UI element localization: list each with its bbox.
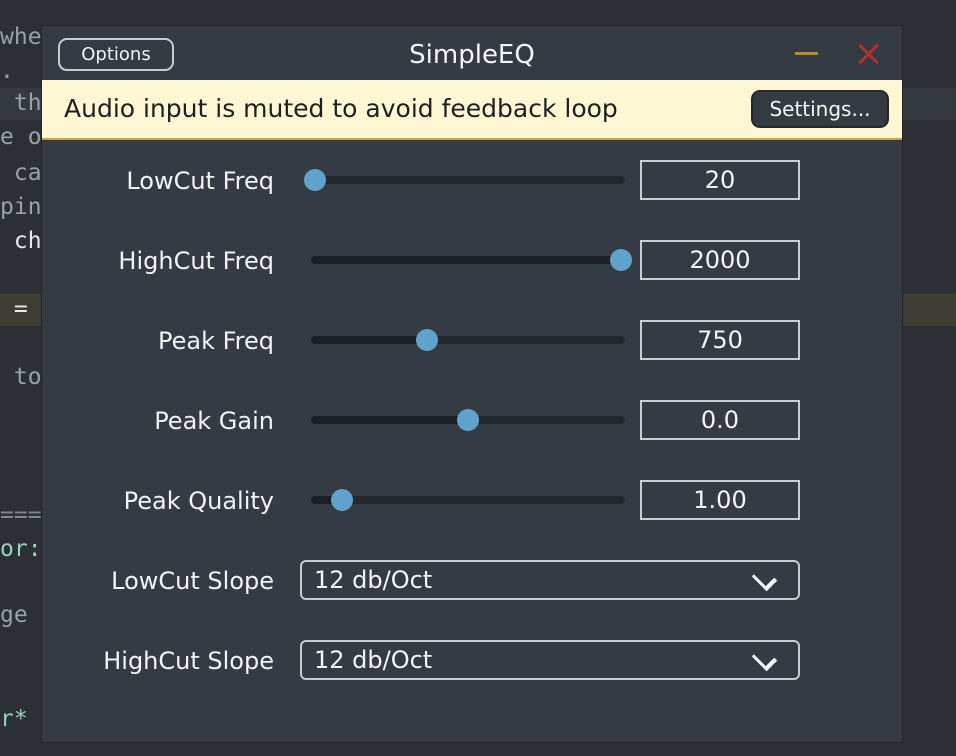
code-line: =	[0, 296, 28, 322]
slider-thumb[interactable]	[457, 409, 479, 431]
slider-thumb[interactable]	[416, 329, 439, 351]
peak-gain-value-field[interactable]: 0.0	[640, 400, 800, 440]
peak-gain-slider[interactable]	[311, 409, 625, 431]
chevron-down-icon	[751, 565, 778, 592]
code-line: e o	[0, 124, 42, 150]
code-line: to	[0, 364, 42, 390]
window-titlebar: Options SimpleEQ	[42, 26, 902, 80]
slider-thumb[interactable]	[610, 249, 632, 271]
slider-fill	[311, 416, 468, 424]
close-icon[interactable]	[856, 41, 882, 67]
param-label: Peak Freq	[157, 327, 274, 355]
slider-thumb[interactable]	[304, 169, 326, 191]
peak-freq-slider[interactable]	[311, 329, 625, 351]
slider-fill	[311, 256, 621, 264]
simpleeq-plugin-window: Options SimpleEQ Audio input is muted to…	[42, 26, 902, 742]
highcut-slope-dropdown[interactable]: 12 db/Oct	[300, 640, 800, 680]
code-line: or:	[0, 536, 42, 562]
lowcut-freq-value-field[interactable]: 20	[640, 160, 800, 200]
dropdown-value: 12 db/Oct	[314, 646, 433, 674]
lowcut-slope-dropdown[interactable]: 12 db/Oct	[300, 560, 800, 600]
chevron-down-icon	[751, 645, 778, 672]
code-line: .	[0, 58, 14, 84]
slider-fill	[311, 336, 428, 344]
code-line: r*	[0, 706, 28, 732]
code-line: pin	[0, 194, 42, 220]
dropdown-value: 12 db/Oct	[314, 566, 433, 594]
settings-button[interactable]: Settings...	[751, 90, 889, 128]
param-label: HighCut Freq	[118, 247, 274, 275]
code-line: th	[0, 90, 42, 116]
minimize-icon[interactable]	[795, 52, 818, 55]
window-title: SimpleEQ	[409, 40, 535, 70]
code-line: ca	[0, 160, 42, 186]
code-line: ch	[0, 228, 42, 254]
highcut-freq-slider[interactable]	[311, 249, 632, 271]
slider-thumb[interactable]	[331, 489, 354, 511]
code-line: ===	[0, 502, 42, 528]
peak-freq-value-field[interactable]: 750	[640, 320, 800, 360]
param-label: Peak Gain	[154, 407, 274, 435]
peak-quality-slider[interactable]	[311, 489, 625, 511]
param-label: Peak Quality	[123, 487, 274, 515]
code-line: whe	[0, 24, 42, 50]
peak-quality-value-field[interactable]: 1.00	[640, 480, 800, 520]
param-label: LowCut Slope	[111, 567, 274, 595]
param-label: LowCut Freq	[126, 167, 274, 195]
code-line: ge	[0, 602, 28, 628]
param-label: HighCut Slope	[103, 647, 274, 675]
lowcut-freq-slider[interactable]	[304, 169, 625, 191]
mute-notice-banner: Audio input is muted to avoid feedback l…	[42, 80, 902, 140]
highcut-freq-value-field[interactable]: 2000	[640, 240, 800, 280]
mute-notice-text: Audio input is muted to avoid feedback l…	[64, 94, 618, 123]
